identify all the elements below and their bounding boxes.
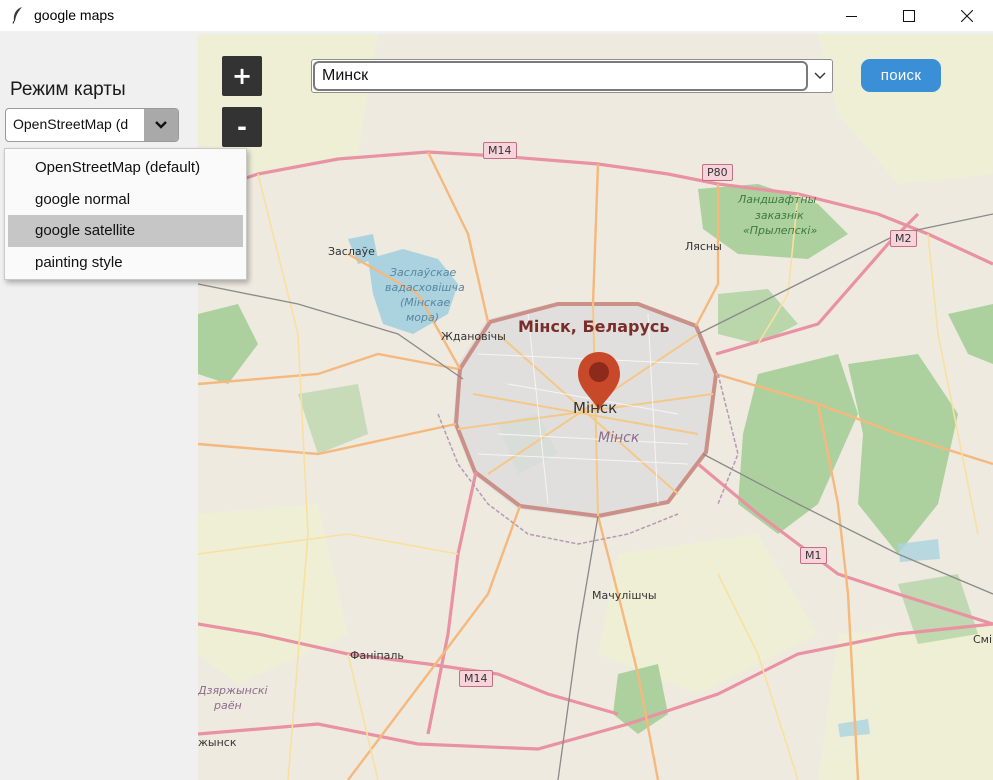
close-icon [961, 9, 973, 22]
dropdown-option-painting-style[interactable]: painting style [8, 247, 243, 279]
zoom-out-button[interactable]: - [222, 107, 262, 147]
left-panel: Режим карты OpenStreetMap (d [0, 31, 198, 780]
feather-icon [12, 7, 22, 24]
map-mode-selected-value: OpenStreetMap (d [13, 116, 129, 132]
district-label-dzyarzhynsk-line1: Дзяржынскі [198, 684, 268, 697]
map-mode-label: Режим карты [10, 79, 126, 100]
lake-label-line4: мора) [406, 311, 440, 324]
lake-label-line1: Заслаўскае [390, 266, 457, 279]
district-label-dzyarzhynsk-line2: раён [214, 699, 242, 712]
close-button[interactable] [944, 0, 990, 31]
place-label-lyasny: Лясны [685, 240, 722, 253]
window-title: google maps [34, 7, 115, 23]
place-label-fanipal: Фаніпаль [350, 649, 404, 662]
lake-label-line3: (Мінскае [400, 296, 451, 309]
app-window: google maps Режим карты OpenStreetMap (d [0, 0, 993, 780]
district-label-minsk: Мінск [598, 430, 640, 446]
search-combobox[interactable] [311, 59, 833, 93]
road-shield-m14-bottom: M14 [459, 670, 493, 687]
place-label-zhdanovichy: Ждановічы [441, 330, 506, 343]
place-label-machulishchy: Мачулішчы [592, 589, 657, 602]
road-shield-m1: M1 [800, 547, 827, 564]
chevron-down-icon[interactable] [808, 60, 832, 92]
reserve-label-line1: Ландшафтны [738, 193, 817, 206]
place-label-zaslauye: Заслаўе [328, 245, 375, 258]
search-input[interactable] [313, 61, 808, 91]
minimize-icon [846, 15, 857, 17]
reserve-label-line3: «Прылепскі» [743, 224, 818, 237]
zoom-in-button[interactable]: + [222, 56, 262, 96]
dropdown-option-google-satellite[interactable]: google satellite [8, 215, 243, 247]
lake-label-line2: вадасховішча [385, 281, 465, 294]
city-label-minsk: Мінск [573, 399, 618, 417]
title-bar: google maps [0, 0, 993, 31]
maximize-button[interactable] [886, 0, 932, 31]
place-label-dzyarzhynsk: жынск [198, 736, 237, 749]
road-shield-m14-top: M14 [483, 142, 517, 159]
map-mode-dropdown: OpenStreetMap (default) google normal go… [4, 148, 247, 280]
road-shield-m2: M2 [890, 230, 917, 247]
chevron-down-icon[interactable] [144, 109, 178, 141]
place-label-smi: Смі [973, 633, 993, 646]
dropdown-option-osm[interactable]: OpenStreetMap (default) [8, 152, 243, 184]
dropdown-option-google-normal[interactable]: google normal [8, 184, 243, 216]
reserve-label-line2: заказнік [755, 209, 804, 222]
marker-label: Мінск, Беларусь [518, 317, 670, 336]
search-button[interactable]: поиск [861, 59, 941, 92]
road-shield-p80: P80 [702, 164, 733, 181]
map-mode-select[interactable]: OpenStreetMap (d [5, 108, 179, 142]
map-view[interactable]: Мінск, Беларусь Мінск Мінск Заслаўе Засл… [198, 34, 993, 780]
minimize-button[interactable] [829, 0, 875, 31]
maximize-icon [903, 9, 915, 22]
